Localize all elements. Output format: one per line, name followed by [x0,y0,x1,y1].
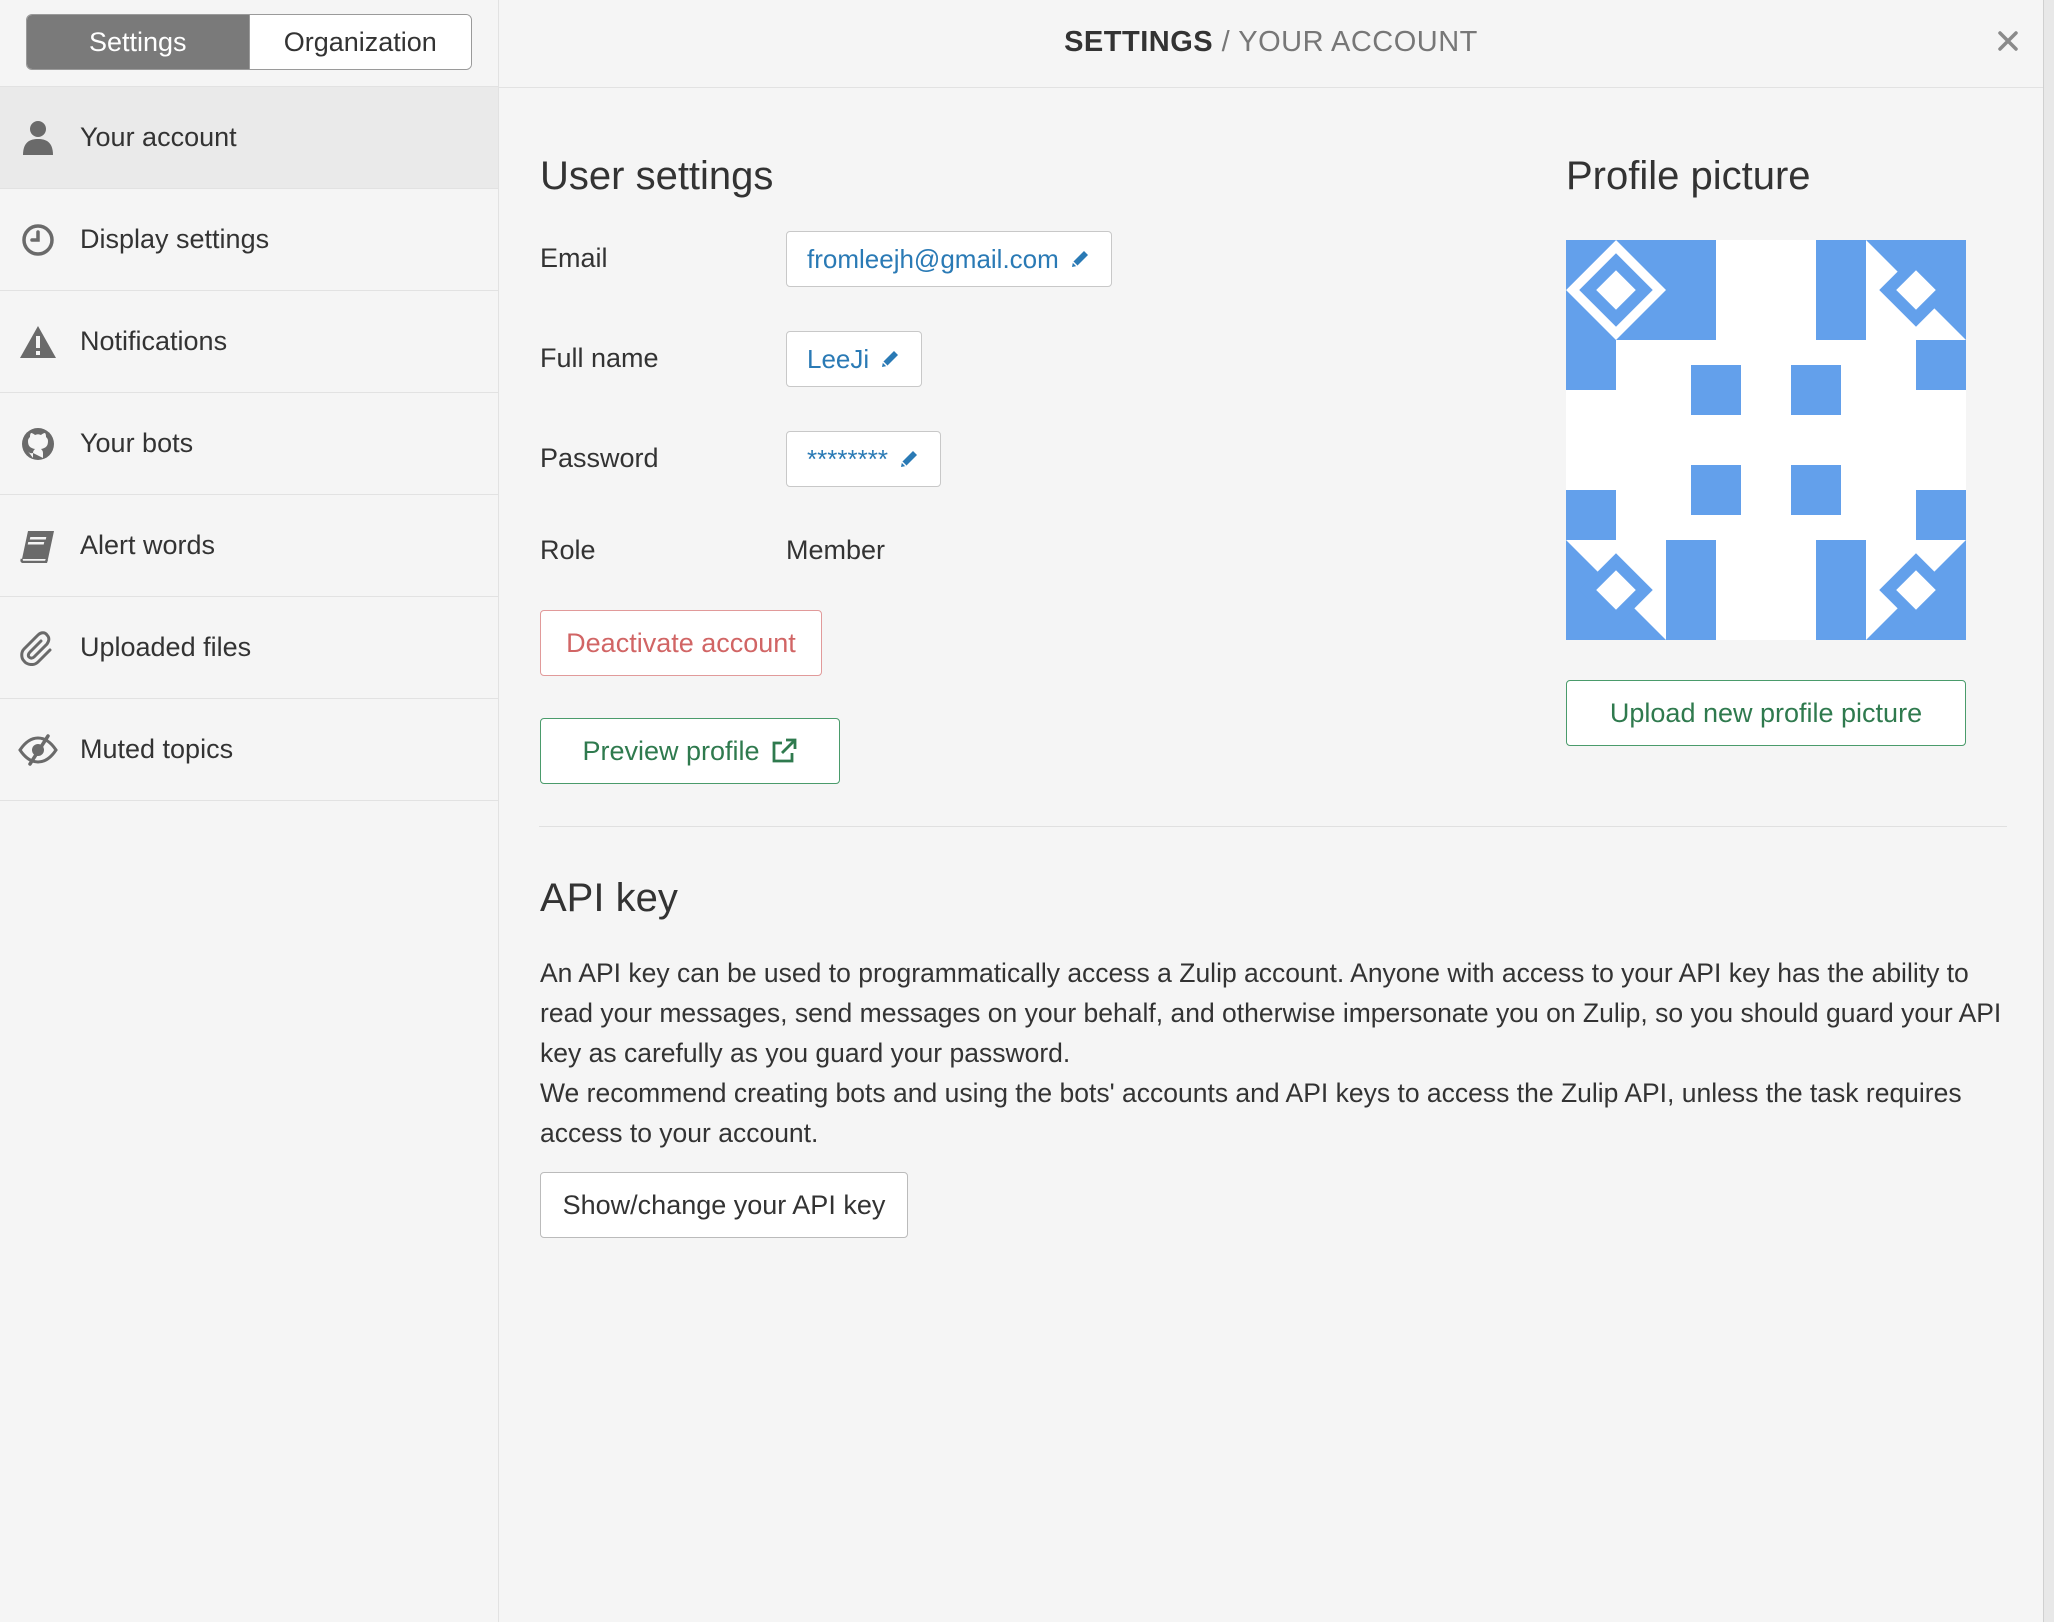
paperclip-icon [18,628,58,668]
sidebar-item-muted-topics[interactable]: Muted topics [0,699,498,801]
sidebar-item-label: Your account [80,122,237,152]
sidebar-item-label: Notifications [80,326,228,356]
upload-profile-picture-button[interactable]: Upload new profile picture [1566,680,1966,746]
password-label: Password [540,443,659,473]
pencil-icon [1069,248,1091,270]
password-value: ******** [807,443,888,474]
api-key-paragraph: We recommend creating bots and using the… [540,1078,1962,1148]
sidebar-item-your-account[interactable]: Your account [0,87,498,189]
external-link-icon [770,737,798,765]
title-subsection: YOUR ACCOUNT [1238,26,1478,58]
github-icon [18,424,58,464]
upload-profile-picture-label: Upload new profile picture [1609,697,1923,728]
deactivate-account-button[interactable]: Deactivate account [540,610,822,676]
sidebar-item-label: Display settings [80,224,270,254]
preview-profile-label: Preview profile [582,735,760,766]
sidebar-item-label: Muted topics [80,734,234,764]
sidebar-item-alert-words[interactable]: Alert words [0,495,498,597]
pencil-icon [879,348,901,370]
tab-organization[interactable]: Organization [248,15,471,69]
title-separator: / [1221,26,1231,58]
settings-header: SETTINGS / YOUR ACCOUNT [499,0,2043,88]
section-divider [539,826,2007,827]
clock-icon [18,220,58,260]
warning-icon [18,322,58,362]
sidebar-item-label: Uploaded files [80,632,252,662]
show-change-api-key-button[interactable]: Show/change your API key [540,1172,908,1238]
api-key-paragraph: An API key can be used to programmatical… [540,958,2002,1068]
change-email-button[interactable]: fromleejh@gmail.com [786,231,1112,287]
user-icon [18,118,58,158]
email-label: Email [540,243,608,273]
api-key-description: An API key can be used to programmatical… [540,953,2020,1153]
window-edge [2043,0,2054,1622]
close-button[interactable] [1991,24,2025,58]
email-value: fromleejh@gmail.com [807,243,1059,274]
show-change-api-key-label: Show/change your API key [562,1189,886,1220]
settings-nav: Your account Display settings Notificati… [0,87,498,801]
sidebar-item-uploaded-files[interactable]: Uploaded files [0,597,498,699]
full-name-value: LeeJi [807,343,870,374]
sidebar-item-display-settings[interactable]: Display settings [0,189,498,291]
tab-settings[interactable]: Settings [27,15,249,69]
avatar [1566,240,1966,640]
settings-sidebar: Settings Organization Your account Displ… [0,0,499,1622]
api-key-heading: API key [540,876,678,920]
eye-slash-icon [18,730,58,770]
page-title: SETTINGS / YOUR ACCOUNT [499,26,2043,59]
pencil-icon [898,448,920,470]
sidebar-item-label: Your bots [80,428,194,458]
preview-profile-button[interactable]: Preview profile [540,718,840,784]
full-name-label: Full name [540,343,659,373]
book-icon [18,526,58,566]
sidebar-item-your-bots[interactable]: Your bots [0,393,498,495]
title-section: SETTINGS [1064,26,1214,58]
settings-tab-switcher: Settings Organization [26,14,472,70]
role-value: Member [786,535,886,565]
sidebar-item-notifications[interactable]: Notifications [0,291,498,393]
role-label: Role [540,535,596,565]
close-icon [1998,31,2018,51]
profile-picture-heading: Profile picture [1566,154,1811,198]
change-password-button[interactable]: ******** [786,431,941,487]
deactivate-account-label: Deactivate account [566,627,796,658]
change-full-name-button[interactable]: LeeJi [786,331,923,387]
sidebar-item-label: Alert words [80,530,216,560]
user-settings-heading: User settings [540,154,774,198]
settings-overlay: Settings Organization Your account Displ… [0,0,2043,1622]
